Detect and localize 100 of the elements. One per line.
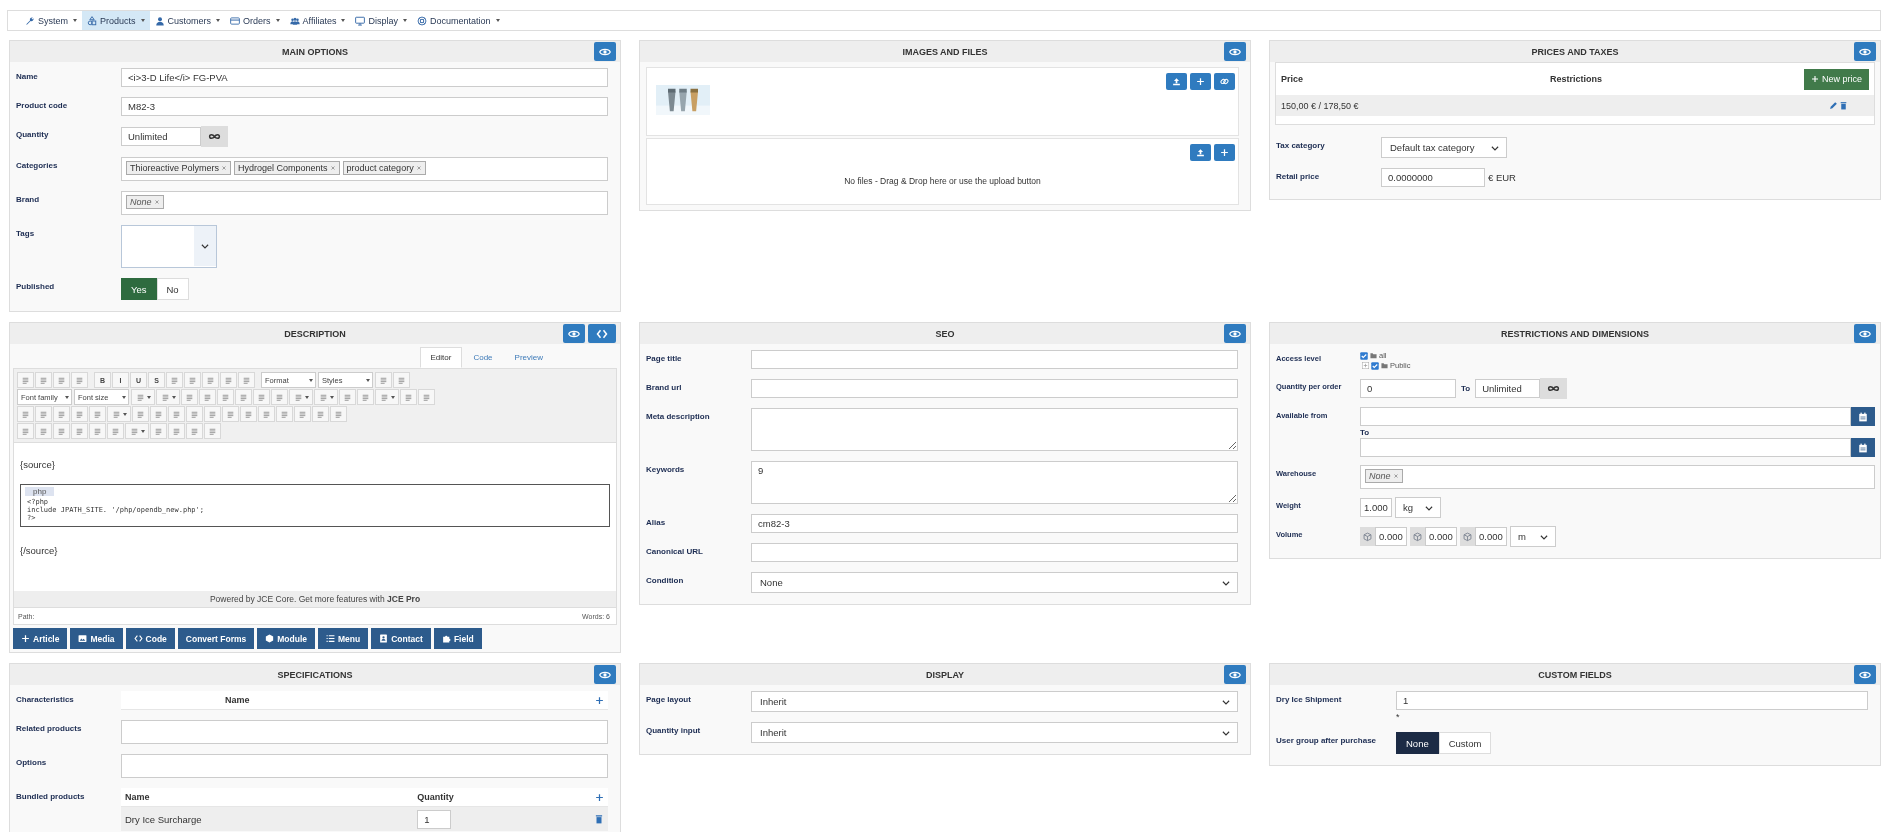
visibility-button[interactable] xyxy=(1224,42,1246,61)
unlimited-button[interactable] xyxy=(201,126,228,147)
toolbar-button[interactable] xyxy=(150,423,167,439)
toolbar-button[interactable] xyxy=(330,406,347,422)
tag-chip[interactable]: Hydrogel Components xyxy=(234,161,340,175)
add-button[interactable] xyxy=(1214,144,1235,161)
toolbar-button[interactable] xyxy=(204,406,221,422)
toolbar-button[interactable] xyxy=(314,389,338,405)
toolbar-button[interactable] xyxy=(89,423,106,439)
toolbar-button[interactable] xyxy=(199,389,216,405)
toolbar-button[interactable] xyxy=(222,406,239,422)
input-field[interactable]: <i>3-D Life</i> FG-PVA xyxy=(121,68,608,87)
toolbar-button[interactable] xyxy=(166,372,183,388)
tag-chip[interactable]: None xyxy=(126,195,164,209)
toolbar-button[interactable] xyxy=(294,406,311,422)
editor-tab[interactable]: Editor xyxy=(419,347,463,368)
input-field[interactable]: Unlimited xyxy=(121,127,201,146)
toolbar-button[interactable] xyxy=(186,406,203,422)
visibility-button[interactable] xyxy=(594,42,616,61)
input-field[interactable]: 0.000 xyxy=(1425,527,1457,546)
toolbar-button[interactable] xyxy=(240,406,257,422)
insert-button[interactable]: Convert Forms xyxy=(177,628,255,649)
trash-icon[interactable] xyxy=(1839,101,1848,110)
toolbar-button[interactable] xyxy=(125,423,149,439)
select-field[interactable]: m xyxy=(1510,526,1556,547)
visibility-button[interactable] xyxy=(1854,42,1876,61)
toolbar-button[interactable] xyxy=(107,406,131,422)
input-field[interactable]: 0.000 xyxy=(1475,527,1507,546)
input-field[interactable]: 0.000 xyxy=(1375,527,1407,546)
insert-button[interactable]: Module xyxy=(257,628,316,649)
date-field[interactable] xyxy=(1360,407,1851,426)
checkbox[interactable] xyxy=(1360,351,1368,360)
toolbar-button[interactable] xyxy=(131,389,155,405)
tag-chip[interactable]: Thioreactive Polymers xyxy=(126,161,232,175)
toolbar-button[interactable] xyxy=(35,406,52,422)
input-field[interactable]: 1.000 xyxy=(1360,498,1392,517)
select-field[interactable]: None xyxy=(751,572,1238,593)
menu-item[interactable]: Customers xyxy=(149,11,226,30)
toolbar-button[interactable] xyxy=(17,406,34,422)
remove-icon[interactable] xyxy=(329,165,336,171)
tag-field[interactable]: None xyxy=(121,191,608,215)
date-field[interactable] xyxy=(1360,438,1851,457)
add-button[interactable] xyxy=(1190,73,1211,90)
toolbar-button[interactable] xyxy=(89,406,106,422)
toggle-option[interactable]: Yes xyxy=(121,278,157,300)
visibility-button[interactable] xyxy=(1224,324,1246,343)
upload-button[interactable] xyxy=(1190,144,1211,161)
toolbar-button[interactable] xyxy=(339,389,356,405)
toolbar-button[interactable] xyxy=(217,389,234,405)
toolbar-button[interactable] xyxy=(312,406,329,422)
input-field[interactable] xyxy=(751,379,1238,398)
tag-chip[interactable]: product category xyxy=(342,161,426,175)
multi-select-field[interactable] xyxy=(121,225,217,268)
toolbar-button[interactable] xyxy=(35,372,52,388)
toolbar-button[interactable] xyxy=(132,406,149,422)
menu-item[interactable]: Display xyxy=(350,11,412,30)
link-button[interactable] xyxy=(1214,73,1235,90)
toggle-option[interactable]: No xyxy=(156,278,189,300)
toolbar-button[interactable] xyxy=(156,389,180,405)
toolbar-button[interactable] xyxy=(400,389,417,405)
insert-button[interactable]: Media xyxy=(70,628,123,649)
toolbar-button[interactable] xyxy=(271,389,288,405)
visibility-button[interactable] xyxy=(1854,324,1876,343)
remove-icon[interactable] xyxy=(221,165,228,171)
checkbox[interactable] xyxy=(1371,361,1379,370)
pencil-icon[interactable] xyxy=(1829,101,1838,110)
toolbar-button[interactable] xyxy=(150,406,167,422)
editor-tab[interactable]: Code xyxy=(462,347,504,368)
toolbar-button[interactable] xyxy=(184,372,201,388)
calendar-button[interactable] xyxy=(1851,407,1875,426)
tag-field[interactable] xyxy=(121,754,608,778)
toolbar-button[interactable] xyxy=(289,389,313,405)
remove-icon[interactable] xyxy=(415,165,422,171)
insert-button[interactable]: Article xyxy=(13,628,68,649)
input-field[interactable]: Unlimited xyxy=(1475,379,1541,398)
toolbar-button[interactable] xyxy=(53,423,70,439)
tag-chip[interactable]: None xyxy=(1365,469,1403,483)
menu-item[interactable]: System xyxy=(20,11,82,30)
visibility-button[interactable] xyxy=(1854,665,1876,684)
editor-tab[interactable]: Preview xyxy=(503,347,554,368)
insert-button[interactable]: Menu xyxy=(318,628,369,649)
toolbar-button[interactable] xyxy=(71,406,88,422)
unlimited-button[interactable] xyxy=(1540,378,1568,399)
remove-icon[interactable] xyxy=(153,199,160,205)
toolbar-button[interactable] xyxy=(276,406,293,422)
toolbar-button[interactable] xyxy=(35,423,52,439)
toggle-option[interactable]: Custom xyxy=(1438,732,1492,754)
menu-item[interactable]: Orders xyxy=(225,11,285,30)
toolbar-button[interactable] xyxy=(53,406,70,422)
visibility-button[interactable] xyxy=(563,324,585,343)
input-field[interactable]: 1 xyxy=(1396,691,1868,710)
toolbar-button[interactable] xyxy=(202,372,219,388)
visibility-button[interactable] xyxy=(594,665,616,684)
add-icon[interactable] xyxy=(595,695,604,705)
add-icon[interactable] xyxy=(595,792,604,802)
input-field[interactable]: 1 xyxy=(417,809,452,829)
insert-button[interactable]: Contact xyxy=(371,628,431,649)
toolbar-button[interactable] xyxy=(168,406,185,422)
toolbar-button[interactable] xyxy=(253,389,270,405)
toolbar-button[interactable] xyxy=(107,423,124,439)
